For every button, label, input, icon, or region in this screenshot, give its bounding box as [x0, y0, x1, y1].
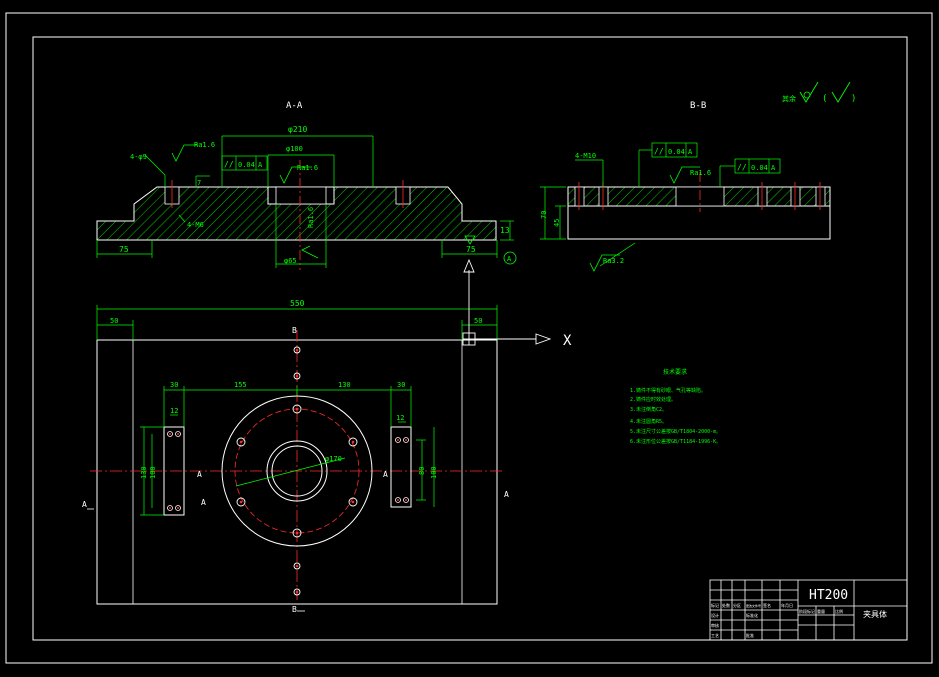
tb-cell-7: 标准化 — [746, 612, 758, 618]
dim-holes-left: 4-φ9 — [130, 153, 147, 161]
dim-d65: φ65 — [284, 257, 297, 265]
dim-holes-m6: 4-M6 — [187, 221, 204, 229]
flat1-slash: // — [224, 160, 234, 169]
roughness-symbol-c — [301, 245, 319, 259]
notes-line-3: 3.未注倒角C2。 — [630, 406, 667, 413]
dim-d130v: 130 — [140, 466, 148, 479]
notes-line-1: 1.铸件不得有砂眼、气孔等缺陷。 — [630, 387, 706, 394]
flat2-value: 0.04 — [668, 148, 685, 156]
section-bb-title: B-B — [690, 101, 706, 111]
tb-cell-10: 批准 — [746, 632, 754, 638]
tb-cell-11: 阶段标记 — [799, 608, 815, 614]
notes-line-6: 6.未注形位公差按GB/T1184-1996-K。 — [630, 438, 721, 445]
tb-cell-6: 设计 — [711, 612, 719, 618]
notes-line-4: 4.未注圆角R5。 — [630, 418, 667, 425]
title-block[interactable]: HT200 夹具体 标记 处数 分区 更改文件号 签名 年月日 设计 标准化 审… — [709, 579, 908, 641]
dim-d30b: 30 — [397, 381, 405, 389]
flat2-slash: // — [654, 147, 664, 156]
tb-cell-4: 签名 — [763, 602, 771, 608]
section-aa-title: A-A — [286, 101, 303, 111]
tb-cell-1: 处数 — [722, 602, 730, 608]
notes-line-5: 5.未注尺寸公差按GB/T1804-2000-m。 — [630, 428, 721, 435]
flat1-value: 0.04 — [238, 161, 255, 169]
dim-ra16-b: Ra1.6 — [297, 164, 318, 172]
flat2-datum: A — [688, 148, 693, 156]
section-mark-a-left: A — [82, 500, 87, 509]
x-axis-label: X — [563, 333, 572, 349]
dim-left75: 75 — [119, 245, 129, 254]
section-mark-a-right: A — [504, 490, 509, 499]
tb-cell-2: 分区 — [733, 602, 741, 608]
section-bb-view[interactable]: B-B 70 45 4-M10 // 0.04 A // 0.04 A Ra1.… — [540, 101, 831, 272]
dim-right75: 75 — [466, 245, 476, 254]
dim-m50a: 50 — [110, 317, 118, 325]
section-mark-a-inner1: A — [197, 470, 202, 479]
dim-d100: φ100 — [286, 145, 303, 153]
tb-cell-5: 年月日 — [781, 602, 793, 608]
inner-border — [32, 36, 908, 641]
dim-d12: 12 — [170, 407, 178, 415]
flat1-datum: A — [258, 161, 263, 169]
technical-requirements: 技术要求 1.铸件不得有砂眼、气孔等缺陷。 2.铸件应时效处理。 3.未注倒角C… — [630, 368, 721, 445]
cad-drawing-canvas[interactable]: A-A φ210 φ100 75 75 13 7 φ65 4-φ9 4-M6 R… — [0, 0, 939, 677]
tb-cell-3: 更改文件号 — [746, 603, 761, 608]
svg-text:): ) — [851, 94, 856, 104]
dim-ra16-d: Ra1.6 — [690, 169, 711, 177]
tb-cell-12: 重量 — [817, 608, 825, 614]
other-roughness-note: 其余 ( ) — [782, 81, 856, 104]
dim-d100v: 100 — [149, 466, 157, 479]
dim-h13: 13 — [500, 226, 510, 235]
section-mark-b-bottom: B — [292, 605, 297, 614]
flat3-slash: // — [737, 163, 747, 172]
dim-ra32: Ra3.2 — [603, 257, 624, 265]
dim-d80v: 80 — [418, 467, 426, 475]
dim-w550: 550 — [290, 299, 305, 308]
dim-d12b: 12 — [396, 414, 404, 422]
dim-d155: 155 — [234, 381, 247, 389]
dim-holes-m10: 4-M10 — [575, 152, 596, 160]
dim-m50b: 50 — [474, 317, 482, 325]
dim-d30a: 30 — [170, 381, 178, 389]
datum-circle-label: A — [507, 255, 512, 263]
notes-title: 技术要求 — [663, 368, 687, 376]
svg-text:(: ( — [822, 94, 827, 104]
dim-d210: φ210 — [288, 125, 307, 134]
tb-cell-13: 比例 — [835, 608, 843, 614]
section-mark-a-inner2: A — [201, 498, 206, 507]
section-mark-b-top: B — [292, 326, 297, 335]
dim-h70: 70 — [540, 211, 548, 219]
dim-h7: 7 — [197, 179, 201, 187]
notes-line-2: 2.铸件应时效处理。 — [630, 396, 676, 403]
dim-d130: 130 — [338, 381, 351, 389]
flat3-value: 0.04 — [751, 164, 768, 172]
flat3-datum: A — [771, 164, 776, 172]
other-label: 其余 — [782, 94, 796, 103]
title-material: HT200 — [809, 588, 848, 603]
dim-h45: 45 — [553, 219, 561, 227]
tb-cell-9: 工艺 — [711, 633, 719, 638]
title-part-name: 夹具体 — [863, 609, 887, 619]
tb-cell-8: 审核 — [711, 622, 719, 628]
section-aa-view[interactable]: A-A φ210 φ100 75 75 13 7 φ65 4-φ9 4-M6 R… — [96, 101, 517, 270]
dim-d100vr: 100 — [430, 466, 438, 479]
tb-cell-0: 标记 — [711, 602, 719, 608]
section-mark-a-left2: A — [383, 470, 388, 479]
coordinate-axes — [462, 258, 552, 346]
dim-ra16-c: Ra1.6 — [307, 207, 315, 228]
dim-d170: φ170 — [325, 455, 342, 463]
plan-view[interactable]: φ170 550 50 50 30 155 130 30 12 12 130 1… — [82, 258, 572, 614]
section-aa-bore — [275, 186, 327, 205]
